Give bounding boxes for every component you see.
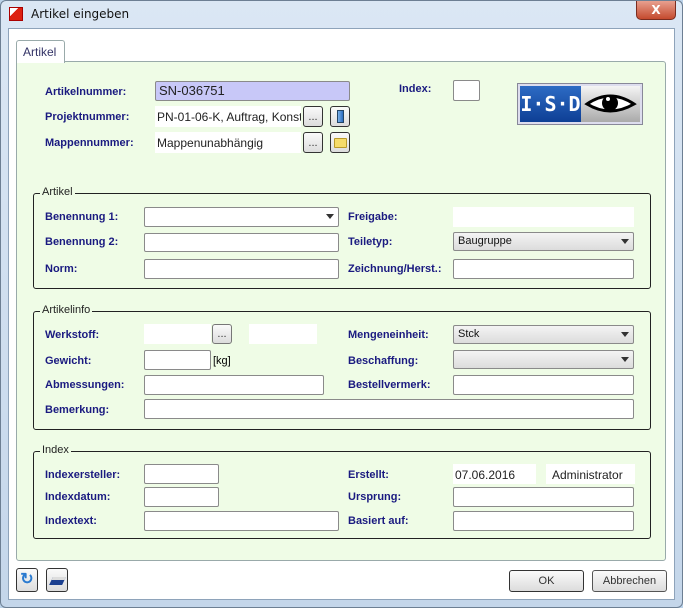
index-input[interactable]	[453, 80, 480, 101]
freigabe-label: Freigabe:	[348, 211, 398, 223]
bestellvermerk-input[interactable]	[453, 375, 634, 395]
werkstoff-field-2	[249, 324, 317, 344]
erstellt-label: Erstellt:	[348, 469, 389, 481]
artikelinfo-legend: Artikelinfo	[40, 304, 93, 316]
chevron-down-icon	[621, 332, 629, 337]
beschaffung-combo[interactable]	[453, 350, 634, 369]
eraser-button[interactable]	[46, 568, 68, 592]
freigabe-field	[453, 207, 634, 227]
mengeneinheit-label: Mengeneinheit:	[348, 329, 429, 341]
app-icon	[9, 7, 23, 21]
erstellt-user: Administrator	[546, 464, 635, 484]
window-title: Artikel eingeben	[31, 7, 130, 21]
gewicht-unit: [kg]	[213, 355, 231, 367]
bemerkung-label: Bemerkung:	[45, 404, 110, 416]
indextext-label: Indextext:	[45, 515, 97, 527]
mappe-browse-button[interactable]: ...	[303, 132, 323, 153]
index-legend: Index	[40, 444, 71, 456]
eye-icon	[584, 94, 637, 113]
abmessungen-label: Abmessungen:	[45, 379, 125, 391]
ursprung-label: Ursprung:	[348, 491, 402, 503]
zeichnung-input[interactable]	[453, 259, 634, 279]
projektnummer-label: Projektnummer:	[45, 111, 130, 123]
benennung2-input[interactable]	[144, 233, 339, 252]
indexersteller-label: Indexersteller:	[45, 469, 121, 481]
refresh-button[interactable]: ↻	[16, 568, 38, 592]
index-label: Index:	[399, 83, 432, 95]
ok-button[interactable]: OK	[509, 570, 584, 592]
werkstoff-field	[144, 324, 211, 344]
indexersteller-input[interactable]	[144, 464, 219, 484]
artikelnummer-input[interactable]: SN-036751	[155, 81, 350, 101]
folder-icon	[334, 138, 347, 148]
norm-input[interactable]	[144, 259, 339, 279]
zeichnung-label: Zeichnung/Herst.:	[348, 263, 442, 275]
isd-logo: I·S·D	[517, 83, 643, 125]
chevron-down-icon	[621, 239, 629, 244]
tab-artikel[interactable]: Artikel	[16, 40, 65, 63]
artikelnummer-label: Artikelnummer:	[45, 86, 127, 98]
projekt-cabinet-button[interactable]	[330, 106, 350, 127]
cancel-button[interactable]: Abbrechen	[592, 570, 667, 592]
cabinet-icon	[337, 110, 344, 123]
mappennummer-field: Mappenunabhängig	[155, 132, 301, 153]
indextext-input[interactable]	[144, 511, 339, 531]
werkstoff-browse-button[interactable]: ...	[212, 324, 232, 344]
basiert-label: Basiert auf:	[348, 515, 409, 527]
norm-label: Norm:	[45, 263, 78, 275]
projektnummer-field: PN-01-06-K, Auftrag, Konstru	[155, 106, 301, 127]
mappe-folder-button[interactable]	[330, 132, 350, 153]
gewicht-input[interactable]	[144, 350, 211, 370]
benennung1-label: Benennung 1:	[45, 211, 119, 223]
mappennummer-label: Mappennummer:	[45, 137, 134, 149]
projekt-browse-button[interactable]: ...	[303, 106, 323, 127]
refresh-icon: ↻	[20, 571, 34, 588]
chevron-down-icon	[621, 357, 629, 362]
eraser-icon	[49, 577, 66, 585]
benennung2-label: Benennung 2:	[45, 236, 119, 248]
benennung1-combo[interactable]	[144, 207, 339, 227]
ursprung-input[interactable]	[453, 487, 634, 507]
abmessungen-input[interactable]	[144, 375, 324, 395]
teiletyp-label: Teiletyp:	[348, 236, 393, 248]
bestellvermerk-label: Bestellvermerk:	[348, 379, 431, 391]
artikel-legend: Artikel	[40, 186, 75, 198]
mengeneinheit-combo[interactable]: Stck	[453, 325, 634, 344]
werkstoff-label: Werkstoff:	[45, 329, 100, 341]
beschaffung-label: Beschaffung:	[348, 355, 419, 367]
indexdatum-input[interactable]	[144, 487, 219, 507]
basiert-input[interactable]	[453, 511, 634, 531]
gewicht-label: Gewicht:	[45, 355, 92, 367]
erstellt-datum: 07.06.2016	[453, 464, 536, 484]
close-button[interactable]: X	[636, 1, 676, 20]
teiletyp-combo[interactable]: Baugruppe	[453, 232, 634, 251]
indexdatum-label: Indexdatum:	[45, 491, 111, 503]
bemerkung-input[interactable]	[144, 399, 634, 419]
chevron-down-icon	[326, 214, 334, 219]
